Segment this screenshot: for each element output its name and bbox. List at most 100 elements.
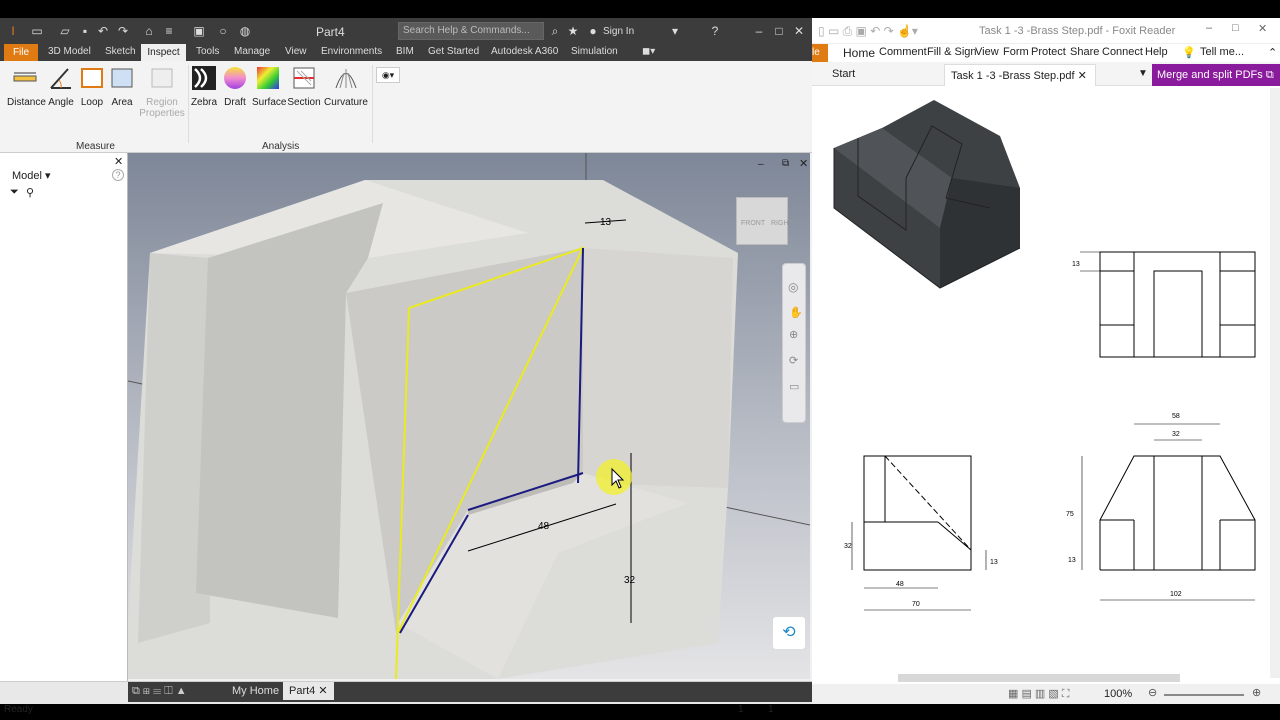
tab-manage[interactable]: Manage: [234, 46, 270, 57]
tab-simulation[interactable]: Simulation: [571, 46, 618, 57]
page-layout-icons[interactable]: ▦ ▤ ▥ ▧ ⛶: [1008, 687, 1070, 701]
zoom-level[interactable]: 100%: [1104, 688, 1132, 700]
dim-48-label[interactable]: 48: [538, 521, 550, 532]
tab-sketch[interactable]: Sketch: [105, 46, 136, 57]
distance-button[interactable]: Distance: [7, 65, 46, 108]
zoom-slider[interactable]: [1164, 694, 1244, 696]
menu-comment[interactable]: Comment: [879, 46, 927, 58]
menu-home[interactable]: Home: [843, 46, 875, 60]
menu-form[interactable]: Form: [1003, 46, 1029, 58]
region-properties-button[interactable]: Region Properties: [139, 65, 185, 119]
ribbon-options-icon[interactable]: ◼▾: [642, 46, 655, 57]
menu-connect[interactable]: Connect: [1102, 46, 1143, 58]
loop-button[interactable]: Loop: [78, 65, 106, 108]
angle-button[interactable]: Angle: [46, 65, 76, 108]
dim-front-75: 75: [1066, 511, 1074, 518]
viewport-close-icon[interactable]: ✕: [799, 157, 808, 170]
graphics-viewport[interactable]: 13 48 32 – ⧉ ✕ FRONT RIGHT ◎ ✋ ⊕ ⟳ ▭ ⟲: [128, 153, 810, 679]
zoom-icon[interactable]: ⊕: [789, 328, 798, 341]
merge-split-button[interactable]: Merge and split PDFs ⧉: [1152, 64, 1280, 86]
distance-icon: [13, 72, 37, 82]
zebra-button[interactable]: Zebra: [190, 65, 218, 108]
tab-start[interactable]: Start: [832, 68, 855, 80]
foxit-close-icon[interactable]: ✕: [1258, 22, 1267, 35]
home-icon[interactable]: ⌂: [142, 24, 156, 38]
browser-help-icon[interactable]: ?: [112, 169, 124, 181]
pan-icon[interactable]: ✋: [789, 306, 803, 319]
find-icon[interactable]: ⚲: [26, 186, 34, 199]
tab-pdf-close-icon[interactable]: ✕: [1078, 70, 1087, 82]
menu-protect[interactable]: Protect: [1031, 46, 1066, 58]
viewcube-front[interactable]: FRONT: [741, 220, 765, 227]
search-icon[interactable]: ⌕: [548, 24, 562, 38]
draft-button[interactable]: Draft: [221, 65, 249, 108]
pdf-horizontal-scrollbar[interactable]: [898, 674, 1180, 682]
minimize-icon[interactable]: –: [752, 24, 766, 38]
menu-fill-sign[interactable]: Fill & Sign: [927, 46, 977, 58]
menu-share[interactable]: Share: [1070, 46, 1099, 58]
tab-file[interactable]: File: [4, 44, 38, 61]
tab-get-started[interactable]: Get Started: [428, 46, 479, 57]
section-button[interactable]: Section: [287, 65, 321, 108]
tab-my-home[interactable]: My Home: [226, 682, 285, 700]
foxit-maximize-icon[interactable]: □: [1232, 22, 1239, 34]
menu-help[interactable]: Help: [1145, 46, 1168, 58]
dim-13-label[interactable]: 13: [600, 217, 612, 228]
tab-view[interactable]: View: [285, 46, 307, 57]
steering-wheel-icon[interactable]: ◎: [788, 280, 798, 294]
foxit-minimize-icon[interactable]: –: [1206, 22, 1212, 34]
display-options-dropdown[interactable]: ◉▾: [376, 67, 400, 83]
open-icon[interactable]: ▱: [58, 24, 72, 38]
tab-autodesk-a360[interactable]: Autodesk A360: [491, 46, 558, 57]
redo-icon[interactable]: ↷: [116, 24, 130, 38]
tab-tools[interactable]: Tools: [196, 46, 219, 57]
browser-title[interactable]: Model ▾: [12, 169, 51, 182]
properties-icon[interactable]: ≡: [162, 24, 176, 38]
tile-windows-icon[interactable]: ⧉ ⊞ ☰ ◫ ▲: [132, 685, 187, 698]
sign-in-link[interactable]: Sign In: [603, 26, 634, 37]
surface-button[interactable]: Surface: [252, 65, 286, 108]
tab-part4[interactable]: Part4 ✕: [283, 682, 334, 700]
tell-me-input[interactable]: Tell me...: [1200, 46, 1244, 58]
pdf-vertical-scrollbar[interactable]: [1270, 88, 1280, 678]
viewcube-right[interactable]: RIGHT: [771, 220, 793, 227]
share-icon[interactable]: ⟲: [773, 617, 805, 649]
foxit-quick-access-icon[interactable]: ▯ ▭ ⎙ ▣ ↶ ↷ ☝▾: [818, 24, 918, 39]
viewport-minimize-icon[interactable]: –: [758, 159, 764, 170]
search-input[interactable]: Search Help & Commands...: [398, 22, 544, 40]
tab-3d-model[interactable]: 3D Model: [48, 46, 91, 57]
look-at-icon[interactable]: ▭: [789, 380, 799, 393]
tab-list-icon[interactable]: ▼: [1138, 68, 1148, 79]
orbit-icon[interactable]: ⟳: [789, 354, 798, 367]
new-icon[interactable]: ▭: [30, 24, 44, 38]
maximize-icon[interactable]: □: [772, 24, 786, 38]
foxit-file-tab[interactable]: le: [812, 44, 828, 62]
filter-icon[interactable]: ⏷: [10, 186, 19, 199]
tab-close-icon[interactable]: ✕: [318, 685, 327, 697]
user-icon[interactable]: ●: [586, 24, 600, 38]
menu-view[interactable]: View: [975, 46, 999, 58]
close-icon[interactable]: ✕: [792, 24, 806, 38]
tab-bim[interactable]: BIM: [396, 46, 414, 57]
area-button[interactable]: Area: [108, 65, 136, 108]
zoom-in-icon[interactable]: ⊕: [1252, 686, 1261, 699]
viewcube[interactable]: FRONT RIGHT: [736, 197, 793, 245]
tab-pdf-doc[interactable]: Task 1 -3 -Brass Step.pdf ✕: [944, 64, 1096, 86]
select-icon[interactable]: ▣: [192, 24, 206, 38]
viewport-restore-icon[interactable]: ⧉: [782, 158, 789, 169]
save-icon[interactable]: ▪: [78, 24, 92, 38]
curvature-button[interactable]: Curvature: [324, 65, 368, 108]
tab-environments[interactable]: Environments: [321, 46, 382, 57]
material-icon[interactable]: ○: [216, 24, 230, 38]
appearance-icon[interactable]: ◍: [238, 24, 252, 38]
help-icon[interactable]: ?: [708, 24, 722, 38]
dim-32-label[interactable]: 32: [624, 575, 636, 586]
tab-inspect[interactable]: Inspect: [141, 44, 186, 61]
undo-icon[interactable]: ↶: [96, 24, 110, 38]
zoom-out-icon[interactable]: ⊖: [1148, 686, 1157, 699]
browser-close-icon[interactable]: ✕: [114, 155, 123, 168]
collapse-ribbon-icon[interactable]: ⌃: [1268, 46, 1277, 59]
favorites-icon[interactable]: ★: [566, 24, 580, 38]
dropdown-icon[interactable]: ▾: [668, 24, 682, 38]
inventor-app-icon[interactable]: I: [6, 24, 20, 38]
